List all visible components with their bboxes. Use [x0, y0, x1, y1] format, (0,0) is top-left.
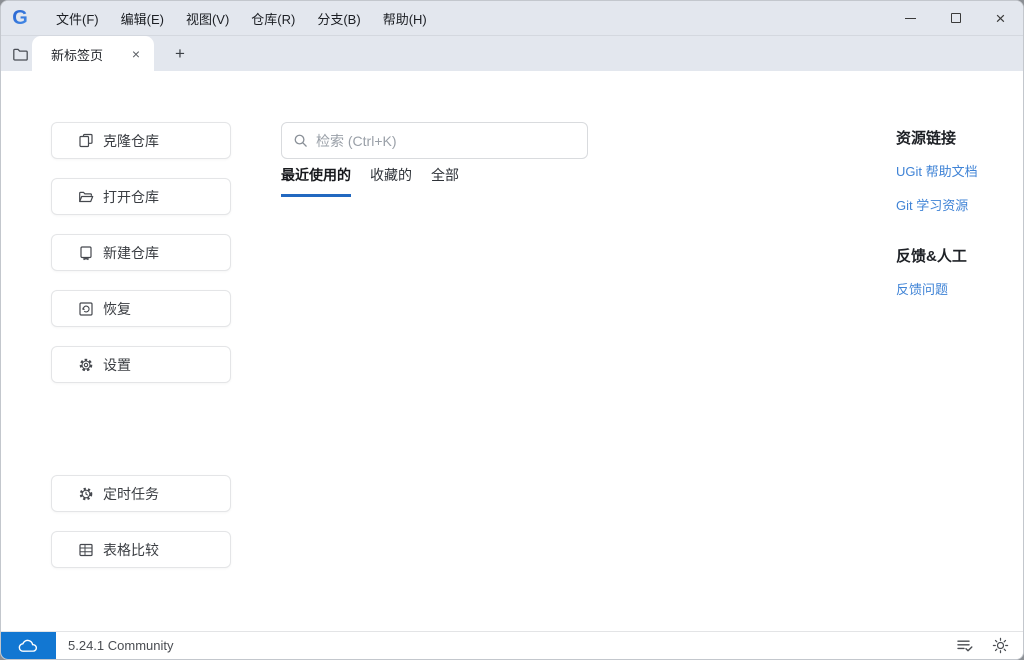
link-git-learning[interactable]: Git 学习资源 — [896, 195, 1021, 214]
settings-gear-icon — [79, 358, 93, 371]
table-compare-label: 表格比较 — [103, 541, 159, 558]
feedback-heading: 反馈&人工 — [896, 248, 967, 265]
link-ugit-help-docs[interactable]: UGit 帮助文档 — [896, 161, 1021, 180]
app-logo-icon: G — [8, 6, 32, 30]
open-repo-button[interactable]: 打开仓库 — [51, 178, 231, 215]
new-tab-button[interactable]: + — [165, 39, 195, 69]
main-content: 克隆仓库 打开仓库 新建仓库 恢复 设置 定时任务 表格比较 检索 (Ctrl+… — [1, 71, 1023, 631]
minimize-icon — [905, 17, 916, 19]
new-repo-button[interactable]: 新建仓库 — [51, 234, 231, 271]
cloud-sync-icon — [18, 639, 38, 652]
link-feedback-issue[interactable]: 反馈问题 — [896, 279, 1021, 298]
search-input[interactable] — [316, 132, 576, 149]
settings-label: 设置 — [103, 356, 131, 373]
theme-brightness-button[interactable] — [990, 636, 1010, 656]
new-repo-label: 新建仓库 — [103, 244, 159, 261]
maximize-button[interactable] — [933, 1, 978, 35]
task-list-check-button[interactable] — [955, 636, 975, 656]
status-bar: 5.24.1 Community — [1, 631, 1023, 659]
search-icon — [294, 134, 307, 147]
repo-list-button[interactable] — [8, 42, 33, 67]
open-repo-label: 打开仓库 — [103, 188, 159, 205]
open-repo-icon — [79, 191, 94, 202]
maximize-icon — [950, 13, 961, 23]
clone-repo-icon — [79, 133, 93, 147]
search-box — [281, 122, 588, 159]
restore-label: 恢复 — [103, 300, 131, 317]
sidebar-actions: 克隆仓库 打开仓库 新建仓库 恢复 设置 — [51, 122, 231, 402]
status-icons — [955, 636, 1023, 656]
tab-all[interactable]: 全部 — [431, 165, 459, 197]
tab-label: 新标签页 — [51, 47, 104, 63]
sidebar-tools: 定时任务 表格比较 — [51, 475, 231, 587]
right-panel: 资源链接 UGit 帮助文档 Git 学习资源 反馈&人工 反馈问题 — [896, 127, 1021, 298]
scheduled-task-icon — [79, 487, 93, 500]
menu-edit[interactable]: 编辑(E) — [110, 4, 175, 33]
tab-favorites[interactable]: 收藏的 — [370, 165, 412, 197]
tab-new-page[interactable]: 新标签页 × — [32, 36, 154, 72]
menubar: 文件(F) 编辑(E) 视图(V) 仓库(R) 分支(B) 帮助(H) — [45, 4, 438, 33]
theme-brightness-icon — [992, 637, 1008, 654]
version-label: 5.24.1 Community — [68, 638, 174, 653]
settings-button[interactable]: 设置 — [51, 346, 231, 383]
minimize-button[interactable] — [888, 1, 933, 35]
titlebar: G 文件(F) 编辑(E) 视图(V) 仓库(R) 分支(B) 帮助(H) × — [1, 1, 1023, 35]
filter-tabs: 最近使用的 收藏的 全部 — [281, 165, 459, 197]
table-compare-icon — [79, 543, 93, 556]
tab-close-icon[interactable]: × — [127, 45, 145, 63]
scheduled-task-button[interactable]: 定时任务 — [51, 475, 231, 512]
menu-branch[interactable]: 分支(B) — [306, 4, 371, 33]
close-icon: × — [995, 8, 1006, 28]
app-window: G 文件(F) 编辑(E) 视图(V) 仓库(R) 分支(B) 帮助(H) × — [0, 0, 1024, 660]
restore-button[interactable]: 恢复 — [51, 290, 231, 327]
scheduled-task-label: 定时任务 — [103, 485, 159, 502]
resources-heading: 资源链接 — [896, 130, 957, 147]
menu-repository[interactable]: 仓库(R) — [240, 4, 306, 33]
menu-help[interactable]: 帮助(H) — [372, 4, 438, 33]
clone-repo-button[interactable]: 克隆仓库 — [51, 122, 231, 159]
cloud-sync-button[interactable] — [1, 631, 56, 659]
table-compare-button[interactable]: 表格比较 — [51, 531, 231, 568]
menu-view[interactable]: 视图(V) — [175, 4, 240, 33]
tab-recently-used[interactable]: 最近使用的 — [281, 165, 351, 197]
folder-icon — [13, 48, 28, 61]
menu-file[interactable]: 文件(F) — [45, 4, 110, 33]
tab-strip: 新标签页 × + — [1, 35, 1023, 72]
window-controls: × — [888, 1, 1023, 35]
restore-icon — [79, 301, 93, 316]
clone-repo-label: 克隆仓库 — [103, 132, 159, 149]
close-button[interactable]: × — [978, 1, 1023, 35]
task-list-check-icon — [957, 640, 973, 652]
new-repo-icon — [80, 245, 92, 260]
